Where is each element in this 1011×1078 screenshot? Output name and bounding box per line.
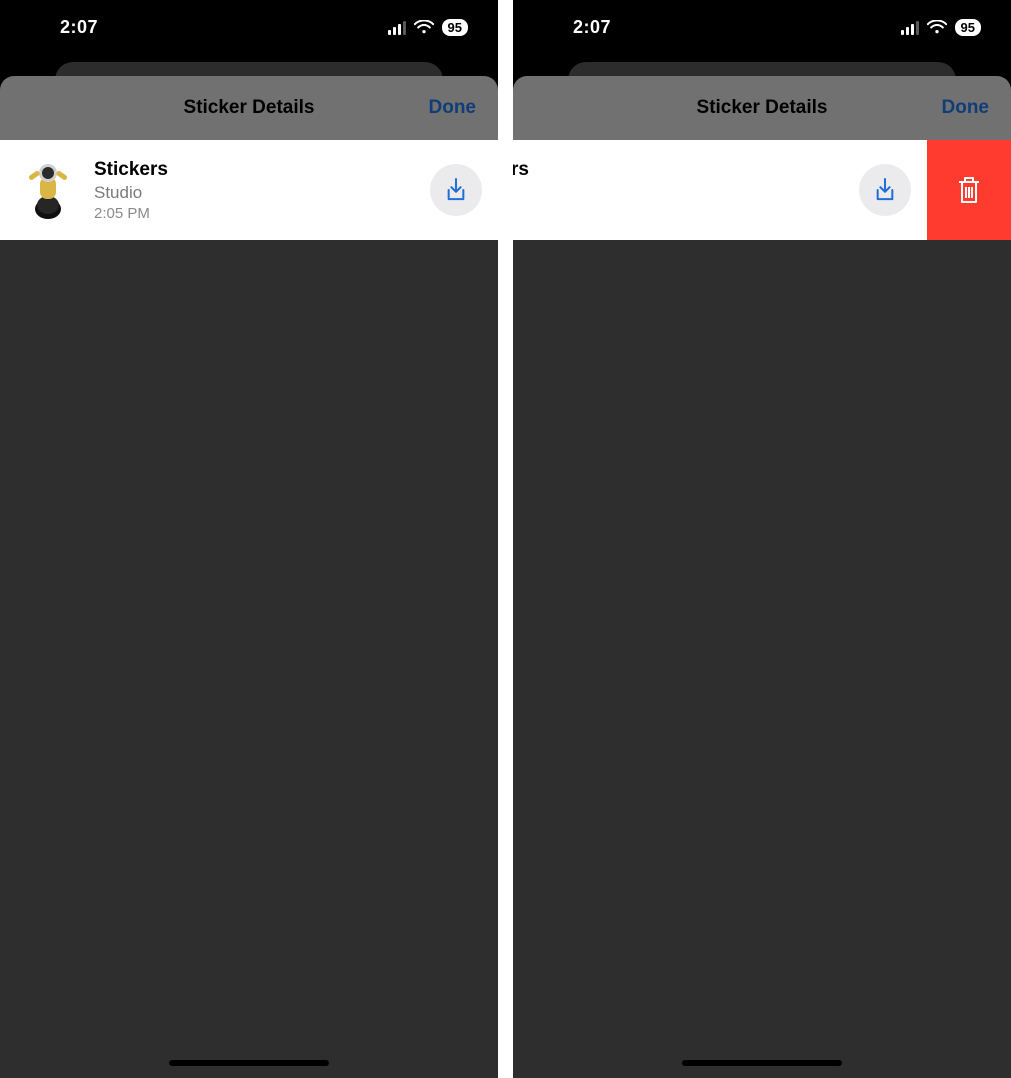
sticker-list: Stickers Studio 2:05 PM <box>513 140 1011 240</box>
sticker-thumbnail <box>20 155 76 225</box>
sheet-title: Sticker Details <box>184 97 315 119</box>
status-time: 2:07 <box>573 17 611 38</box>
cellular-icon <box>901 21 919 35</box>
download-icon <box>445 177 467 203</box>
sticker-pack-title: Stickers <box>94 159 430 181</box>
sticker-pack-subtitle: Studio <box>513 183 859 203</box>
phone-left: 2:07 95 Sticker Details Done <box>0 0 498 1078</box>
wifi-icon <box>927 20 947 35</box>
battery-badge: 95 <box>955 19 981 36</box>
status-right: 95 <box>901 19 981 36</box>
sticker-pack-time: 2:05 PM <box>513 205 859 222</box>
sheet-body <box>513 240 1011 1078</box>
download-icon <box>874 177 896 203</box>
status-time: 2:07 <box>60 17 98 38</box>
sticker-details-sheet: Sticker Details Done Stickers Studio 2:0… <box>513 76 1011 1078</box>
sheet-title: Sticker Details <box>697 97 828 119</box>
sticker-pack-title: Stickers <box>513 159 859 181</box>
home-indicator[interactable] <box>682 1060 842 1066</box>
sticker-list: Stickers Studio 2:05 PM <box>0 140 498 240</box>
cellular-icon <box>388 21 406 35</box>
status-bar: 2:07 95 <box>513 0 1011 55</box>
sticker-pack-time: 2:05 PM <box>94 205 430 222</box>
trash-icon <box>955 174 983 206</box>
download-button[interactable] <box>430 164 482 216</box>
sticker-details-sheet: Sticker Details Done <box>0 76 498 1078</box>
wifi-icon <box>414 20 434 35</box>
phone-right: 2:07 95 Sticker Details Done Stickers <box>513 0 1011 1078</box>
list-row[interactable]: Stickers Studio 2:05 PM <box>513 140 1011 240</box>
done-button[interactable]: Done <box>942 97 990 119</box>
status-bar: 2:07 95 <box>0 0 498 55</box>
sheet-body <box>0 240 498 1078</box>
done-button[interactable]: Done <box>429 97 477 119</box>
home-indicator[interactable] <box>169 1060 329 1066</box>
status-right: 95 <box>388 19 468 36</box>
sheet-header: Sticker Details Done <box>0 76 498 140</box>
sheet-header: Sticker Details Done <box>513 76 1011 140</box>
sticker-pack-subtitle: Studio <box>94 183 430 203</box>
delete-button[interactable] <box>927 140 1011 240</box>
download-button[interactable] <box>859 164 911 216</box>
list-row[interactable]: Stickers Studio 2:05 PM <box>0 140 498 240</box>
battery-badge: 95 <box>442 19 468 36</box>
